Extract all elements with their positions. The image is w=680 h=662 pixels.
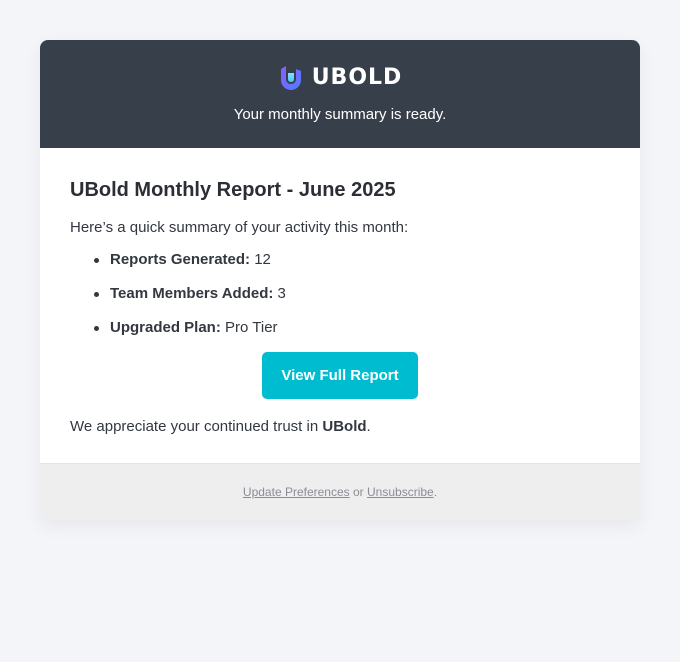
stat-value: 12 bbox=[254, 251, 271, 268]
brand-name: UBOLD bbox=[311, 65, 403, 90]
closing-brand: UBold bbox=[322, 418, 367, 435]
header-tagline: Your monthly summary is ready. bbox=[233, 106, 447, 123]
email-footer: Update Preferences or Unsubscribe. bbox=[40, 463, 640, 520]
closing-prefix: We appreciate your continued trust in bbox=[70, 418, 323, 435]
stats-list: Reports Generated: 12 Team Members Added… bbox=[70, 250, 610, 338]
intro-text: Here’s a quick summary of your activity … bbox=[70, 219, 409, 236]
closing-suffix: . bbox=[366, 418, 371, 435]
report-title: UBold Monthly Report - June 2025 bbox=[70, 179, 396, 201]
closing-text: We appreciate your continued trust in UB… bbox=[70, 417, 610, 437]
stat-value: 3 bbox=[277, 285, 286, 302]
stat-label: Upgraded Plan: bbox=[110, 319, 221, 336]
email-header: UBOLD Your monthly summary is ready. bbox=[40, 40, 640, 148]
list-item-team-members-added: Team Members Added: 3 bbox=[94, 284, 610, 304]
brand-logo: UBOLD bbox=[40, 65, 640, 91]
stat-label: Team Members Added: bbox=[110, 285, 274, 302]
cta-container: View Full Report bbox=[70, 352, 610, 399]
footer-separator: or bbox=[353, 485, 364, 499]
update-preferences-link[interactable]: Update Preferences bbox=[243, 485, 350, 499]
view-full-report-button[interactable]: View Full Report bbox=[262, 352, 418, 399]
list-item-upgraded-plan: Upgraded Plan: Pro Tier bbox=[94, 318, 610, 338]
ubold-logo-icon bbox=[280, 66, 301, 90]
stat-label: Reports Generated: bbox=[110, 251, 251, 268]
footer-suffix: . bbox=[433, 485, 438, 499]
unsubscribe-link[interactable]: Unsubscribe bbox=[367, 485, 434, 499]
email-card: UBOLD Your monthly summary is ready. UBo… bbox=[40, 40, 640, 520]
stat-value: Pro Tier bbox=[225, 319, 278, 336]
email-body: UBold Monthly Report - June 2025 Here’s … bbox=[40, 148, 640, 463]
list-item-reports-generated: Reports Generated: 12 bbox=[94, 250, 610, 270]
